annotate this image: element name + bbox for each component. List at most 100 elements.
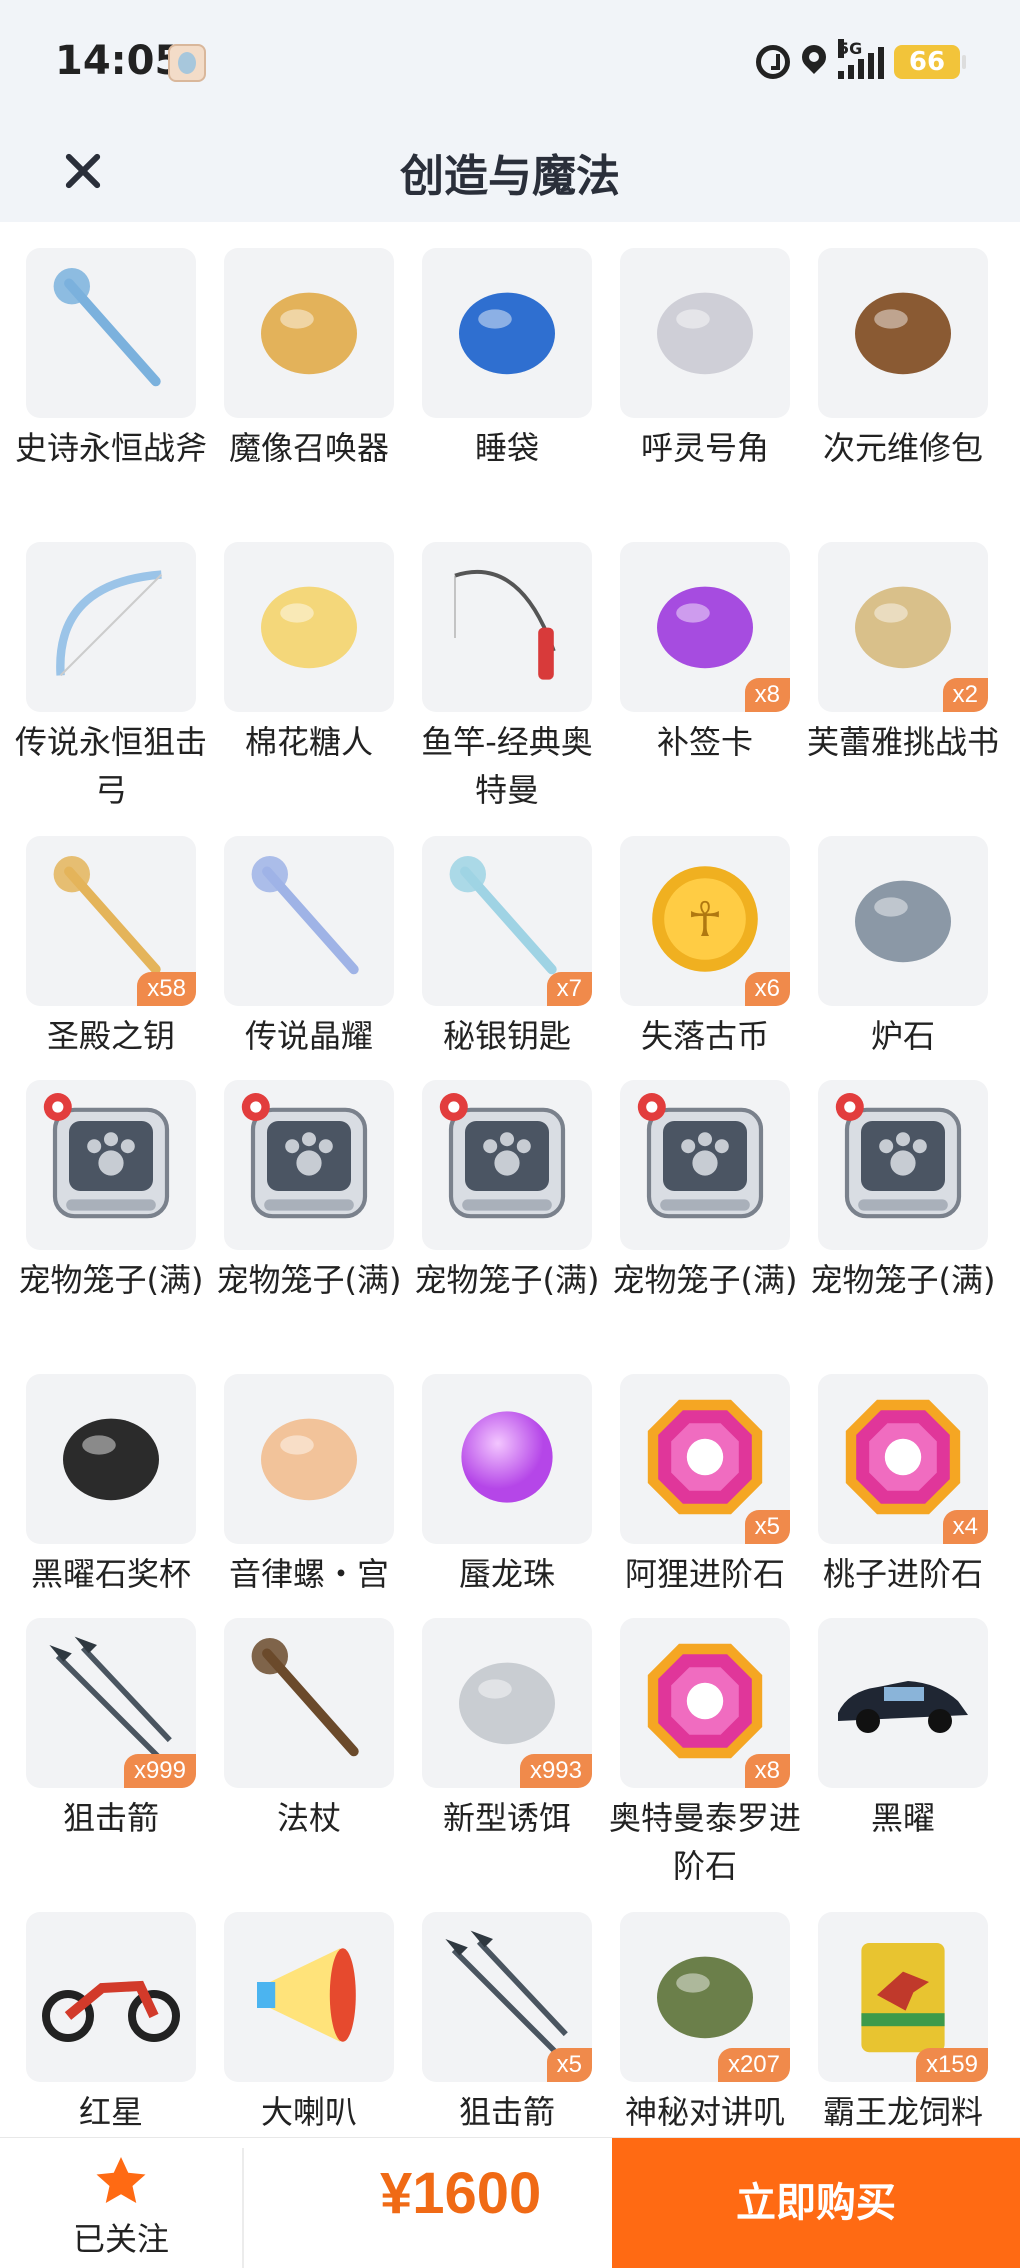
item-card[interactable]: x4 桃子进阶石 (804, 1374, 1002, 1598)
item-thumbnail (818, 248, 988, 418)
item-thumbnail (26, 1912, 196, 2082)
item-thumbnail (620, 1080, 790, 1250)
item-card[interactable]: x5 狙击箭 (408, 1912, 606, 2136)
item-thumbnail (620, 248, 790, 418)
item-thumbnail (224, 248, 394, 418)
bait-icon (447, 1641, 567, 1765)
star-icon (96, 2157, 146, 2203)
quantity-badge: x58 (137, 972, 196, 1006)
crystal-blade-icon (239, 849, 379, 993)
walkie-talkie-icon (645, 1935, 765, 2059)
status-bar: 14:05 5G 66 (0, 0, 1020, 120)
item-card[interactable]: x207 神秘对讲叽 (606, 1912, 804, 2136)
item-label: 大喇叭 (260, 2093, 357, 2131)
page-title: 创造与魔法 (400, 151, 620, 202)
item-thumbnail: x2 (818, 542, 988, 712)
item-thumbnail (818, 836, 988, 1006)
ancient-coin-icon: ☥ (645, 859, 765, 983)
item-card[interactable]: x993 新型诱饵 (408, 1618, 606, 1842)
item-thumbnail (26, 248, 196, 418)
pet-cage-icon (239, 1093, 379, 1237)
item-card[interactable]: x5 阿狸进阶石 (606, 1374, 804, 1598)
item-card[interactable]: 棉花糖人 (210, 542, 408, 766)
sleeping-bag-icon (447, 271, 567, 395)
quantity-badge: x2 (942, 678, 988, 712)
item-card[interactable]: x8 奥特曼泰罗进阶石 (606, 1618, 804, 1890)
item-label: 宠物笼子(满) (18, 1261, 204, 1299)
item-card[interactable]: x2 芙蕾雅挑战书 (804, 542, 1002, 766)
price: ¥1600 (380, 2161, 542, 2226)
signal-icon: 5G (838, 39, 884, 79)
item-card[interactable]: 传说晶耀 (210, 836, 408, 1060)
item-thumbnail (422, 1080, 592, 1250)
item-thumbnail (224, 836, 394, 1006)
item-card[interactable]: 魔像召唤器 (210, 248, 408, 472)
item-label: 棉花糖人 (244, 723, 373, 761)
marshmallow-man-icon (249, 565, 369, 689)
item-label: 奥特曼泰罗进阶石 (608, 1799, 801, 1885)
item-card[interactable]: 大喇叭 (210, 1912, 408, 2136)
quantity-badge: x5 (744, 1510, 790, 1544)
item-card[interactable]: 呼灵号角 (606, 248, 804, 472)
item-grid: 史诗永恒战斧 魔像召唤器 睡袋 呼灵号角 次元维修包 传说永恒狙击弓 棉花糖人 (0, 222, 1020, 2137)
quantity-badge: x993 (519, 1754, 592, 1788)
item-thumbnail: x5 (422, 1912, 592, 2082)
item-card[interactable]: x8 补签卡 (606, 542, 804, 766)
pet-cage-icon (833, 1093, 973, 1237)
status-icons: 5G 66 (756, 39, 966, 84)
bottom-bar: 已关注 ¥1600 立即购买 (0, 2137, 1020, 2268)
quantity-badge: x5 (546, 2048, 592, 2082)
item-label: 传说永恒狙击弓 (14, 723, 207, 809)
item-card[interactable]: 次元维修包 (804, 248, 1002, 472)
item-card[interactable]: x999 狙击箭 (12, 1618, 210, 1842)
hearthstone-icon (843, 859, 963, 983)
item-card[interactable]: 传说永恒狙击弓 (12, 542, 210, 814)
item-card[interactable]: 音律螺・宫 (210, 1374, 408, 1598)
item-thumbnail: x159 (818, 1912, 988, 2082)
item-label: 芙蕾雅挑战书 (806, 723, 999, 761)
item-label: 黑曜石奖杯 (30, 1555, 191, 1593)
item-card[interactable]: 宠物笼子(满) (210, 1080, 408, 1304)
item-thumbnail: ☥ x6 (620, 836, 790, 1006)
item-card[interactable]: 宠物笼子(满) (408, 1080, 606, 1304)
item-card[interactable]: x58 圣殿之钥 (12, 836, 210, 1060)
quantity-badge: x6 (744, 972, 790, 1006)
item-label: 炉石 (870, 1017, 935, 1055)
item-label: 蜃龙珠 (458, 1555, 555, 1593)
item-card[interactable]: 黑曜石奖杯 (12, 1374, 210, 1598)
peach-stone-icon (838, 1392, 968, 1526)
item-card[interactable]: 睡袋 (408, 248, 606, 472)
item-thumbnail (224, 1374, 394, 1544)
quantity-badge: x8 (744, 678, 790, 712)
item-label: 宠物笼子(满) (810, 1261, 996, 1299)
item-label: 红星 (78, 2093, 143, 2131)
item-thumbnail: x993 (422, 1618, 592, 1788)
follow-button[interactable]: 已关注 (0, 2138, 242, 2268)
dragon-pearl-icon (447, 1397, 567, 1521)
item-label: 睡袋 (474, 429, 539, 467)
item-thumbnail: x999 (26, 1618, 196, 1788)
item-card[interactable]: 红星 (12, 1912, 210, 2136)
item-thumbnail (422, 248, 592, 418)
item-thumbnail: x5 (620, 1374, 790, 1544)
item-card[interactable]: 炉石 (804, 836, 1002, 1060)
item-card[interactable]: ☥ x6 失落古币 (606, 836, 804, 1060)
item-card[interactable]: x7 秘银钥匙 (408, 836, 606, 1060)
buy-now-button[interactable]: 立即购买 (612, 2138, 1020, 2268)
item-thumbnail (422, 1374, 592, 1544)
item-card[interactable]: 宠物笼子(满) (12, 1080, 210, 1304)
item-card[interactable]: 宠物笼子(满) (804, 1080, 1002, 1304)
notification-avatar-icon (168, 44, 206, 82)
item-card[interactable]: 法杖 (210, 1618, 408, 1842)
item-card[interactable]: 宠物笼子(满) (606, 1080, 804, 1304)
item-card[interactable]: x159 霸王龙饲料 (804, 1912, 1002, 2136)
staff-icon (239, 1631, 379, 1775)
item-card[interactable]: 蜃龙珠 (408, 1374, 606, 1598)
item-card[interactable]: 鱼竿-经典奥特曼 (408, 542, 606, 814)
pet-cage-icon (635, 1093, 775, 1237)
item-thumbnail (818, 1080, 988, 1250)
item-thumbnail (224, 1618, 394, 1788)
item-card[interactable]: 史诗永恒战斧 (12, 248, 210, 472)
item-card[interactable]: 黑曜 (804, 1618, 1002, 1842)
makeup-card-icon (645, 565, 765, 689)
